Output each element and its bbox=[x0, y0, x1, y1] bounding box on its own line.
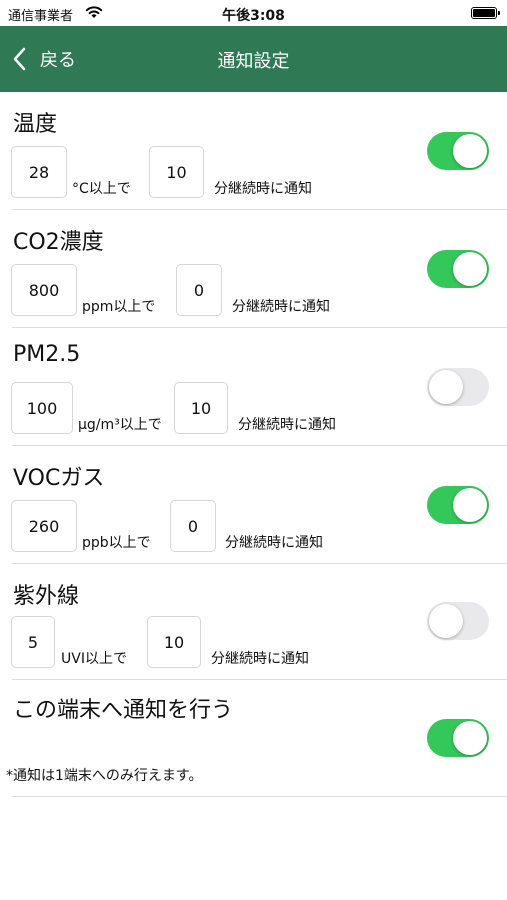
pm25-toggle[interactable] bbox=[427, 368, 489, 406]
threshold-input[interactable]: 28 bbox=[11, 146, 67, 198]
setting-row-co2: CO2濃度 800 ppm以上で 0 分継続時に通知 bbox=[0, 210, 507, 328]
setting-row-voc: VOCガス 260 ppb以上で 0 分継続時に通知 bbox=[0, 446, 507, 564]
duration-input[interactable]: 0 bbox=[176, 264, 222, 316]
setting-label: VOCガス bbox=[13, 466, 105, 491]
toggle-knob bbox=[429, 370, 463, 404]
duration-input[interactable]: 10 bbox=[147, 616, 201, 668]
setting-row-temperature: 温度 28 °C以上で 10 分継続時に通知 bbox=[0, 92, 507, 210]
device-notify-toggle[interactable] bbox=[427, 719, 489, 757]
voc-toggle[interactable] bbox=[427, 486, 489, 524]
battery-icon bbox=[471, 7, 500, 19]
toggle-knob bbox=[453, 721, 487, 755]
page-title: 通知設定 bbox=[217, 51, 290, 72]
temperature-toggle[interactable] bbox=[427, 132, 489, 170]
duration-suffix: 分継続時に通知 bbox=[211, 651, 309, 667]
toggle-knob bbox=[453, 134, 487, 168]
setting-row-pm25: PM2.5 100 μg/m³以上で 10 分継続時に通知 bbox=[0, 328, 507, 446]
setting-label: 紫外線 bbox=[13, 584, 80, 609]
threshold-input[interactable]: 100 bbox=[11, 382, 73, 434]
duration-input[interactable]: 0 bbox=[170, 500, 216, 552]
setting-row-uv: 紫外線 5 UVI以上で 10 分継続時に通知 bbox=[0, 564, 507, 680]
setting-row-device-notify: この端末へ通知を行う *通知は1端末へのみ行えます。 bbox=[0, 680, 507, 797]
co2-toggle[interactable] bbox=[427, 250, 489, 288]
divider bbox=[12, 796, 507, 797]
threshold-input[interactable]: 5 bbox=[11, 616, 55, 668]
device-notify-note: *通知は1端末へのみ行えます。 bbox=[6, 768, 203, 784]
setting-label: 温度 bbox=[13, 112, 58, 137]
unit-label: UVI以上で bbox=[61, 651, 127, 667]
status-bar: 通信事業者 午後3:08 bbox=[0, 0, 507, 26]
setting-label: CO2濃度 bbox=[13, 230, 104, 255]
threshold-input[interactable]: 260 bbox=[11, 500, 77, 552]
duration-input[interactable]: 10 bbox=[149, 146, 204, 198]
setting-label: PM2.5 bbox=[13, 342, 81, 367]
unit-label: μg/m³以上で bbox=[78, 417, 162, 433]
unit-label: °C以上で bbox=[72, 181, 131, 197]
unit-label: ppb以上で bbox=[82, 535, 151, 551]
duration-suffix: 分継続時に通知 bbox=[225, 535, 323, 551]
toggle-knob bbox=[429, 604, 463, 638]
duration-input[interactable]: 10 bbox=[174, 382, 228, 434]
status-time: 午後3:08 bbox=[222, 8, 285, 24]
navigation-bar: 戻る 通知設定 bbox=[0, 26, 507, 92]
toggle-knob bbox=[453, 252, 487, 286]
duration-suffix: 分継続時に通知 bbox=[238, 417, 336, 433]
duration-suffix: 分継続時に通知 bbox=[214, 181, 312, 197]
toggle-knob bbox=[453, 488, 487, 522]
duration-suffix: 分継続時に通知 bbox=[232, 299, 330, 315]
device-notify-label: この端末へ通知を行う bbox=[13, 698, 234, 723]
uv-toggle[interactable] bbox=[427, 602, 489, 640]
unit-label: ppm以上で bbox=[82, 299, 156, 315]
threshold-input[interactable]: 800 bbox=[11, 264, 77, 316]
